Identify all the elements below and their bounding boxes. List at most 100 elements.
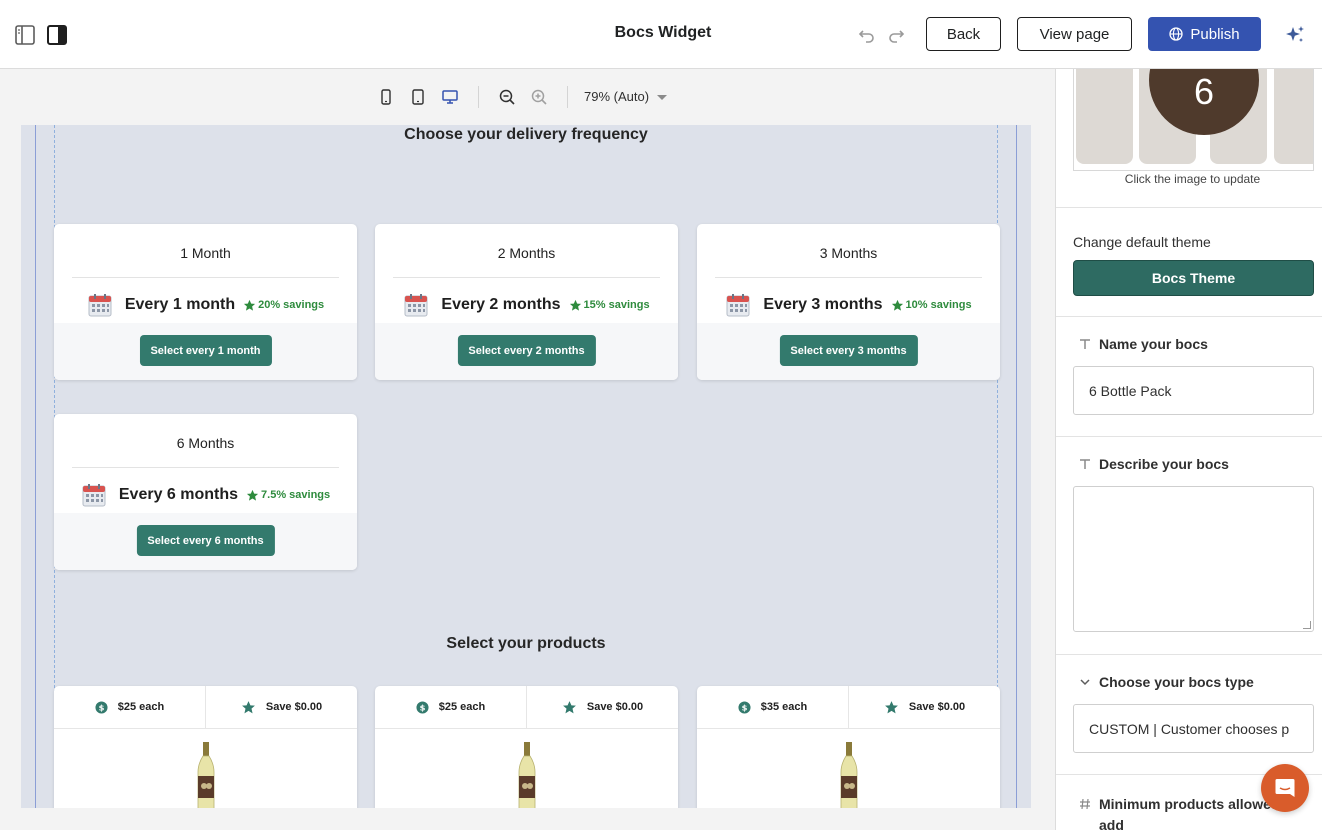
calendar-icon	[404, 294, 428, 317]
price-label: $25 each	[117, 701, 165, 713]
container-border	[35, 125, 36, 808]
frequency-card-title: 2 Months	[497, 245, 556, 261]
select-frequency-button[interactable]: Select every 6 months	[136, 525, 275, 556]
theme-label: Change default theme	[1073, 234, 1211, 250]
bocs-theme-button[interactable]: Bocs Theme	[1073, 260, 1314, 296]
text-icon	[1080, 459, 1090, 469]
save-label: Save $0.00	[265, 701, 323, 713]
frequency-card[interactable]: 6 Months Every 6 months 7.5% savings Sel…	[54, 414, 357, 570]
frequency-card[interactable]: 2 Months Every 2 months 15% savings Sele…	[375, 224, 678, 380]
frequency-card-title: 6 Months	[176, 435, 235, 451]
save-label: Save $0.00	[586, 701, 644, 713]
settings-panel: 6 Click the image to update Change defau…	[1055, 69, 1322, 830]
divider	[72, 277, 339, 278]
divider	[393, 277, 660, 278]
image-bar	[1274, 69, 1313, 164]
bocs-type-select[interactable]: CUSTOM | Customer chooses p	[1073, 704, 1314, 753]
redo-icon[interactable]	[886, 25, 906, 45]
publish-button[interactable]: Publish	[1148, 17, 1261, 51]
frequency-heading: Choose your delivery frequency	[404, 126, 648, 143]
globe-icon	[1169, 27, 1184, 41]
price-cell: $ $35 each	[697, 686, 848, 728]
bocs-name-input[interactable]: 6 Bottle Pack	[1073, 366, 1314, 415]
type-field-label[interactable]: Choose your bocs type	[1079, 674, 1254, 690]
frequency-card[interactable]: 1 Month Every 1 month 20% savings Select…	[54, 224, 357, 380]
select-frequency-button[interactable]: Select every 1 month	[139, 335, 272, 366]
save-cell: Save $0.00	[526, 686, 678, 728]
svg-text:$: $	[98, 702, 104, 712]
savings-badge: 15% savings	[569, 299, 650, 312]
frequency-card-title: 3 Months	[819, 245, 878, 261]
image-bar	[1076, 69, 1133, 164]
star-icon	[891, 299, 903, 311]
wine-bottle-image[interactable]	[516, 742, 538, 808]
toolbar-divider	[478, 86, 479, 108]
undo-icon[interactable]	[857, 25, 877, 45]
container-border	[1016, 125, 1017, 808]
chevron-down-icon[interactable]	[657, 95, 667, 100]
frequency-label: Every 6 months	[118, 486, 239, 503]
divider	[1056, 654, 1322, 655]
svg-text:$: $	[419, 702, 425, 712]
save-label: Save $0.00	[908, 701, 966, 713]
select-frequency-button[interactable]: Select every 2 months	[457, 335, 596, 366]
ai-sparkle-icon[interactable]	[1284, 24, 1306, 46]
wine-bottle-image[interactable]	[195, 742, 217, 808]
zoom-in-icon[interactable]	[530, 88, 548, 106]
bocs-description-textarea[interactable]	[1073, 486, 1314, 632]
savings-badge: 7.5% savings	[246, 489, 330, 502]
svg-text:$: $	[741, 702, 747, 712]
top-bar: Bocs Widget Back View page Publish	[0, 0, 1322, 69]
dollar-icon: $	[738, 700, 751, 714]
canvas-toolbar	[0, 69, 1054, 125]
star-icon	[246, 489, 259, 501]
support-chat-button[interactable]	[1261, 764, 1309, 812]
product-card[interactable]: $ $35 each Save $0.00	[697, 686, 1000, 808]
chevron-down-icon	[1080, 679, 1090, 686]
dollar-icon: $	[95, 700, 108, 714]
divider	[1056, 207, 1322, 208]
divider	[715, 277, 982, 278]
view-page-button[interactable]: View page	[1017, 17, 1132, 51]
hash-icon	[1080, 798, 1090, 810]
back-button[interactable]: Back	[926, 17, 1001, 51]
price-label: $25 each	[438, 701, 486, 713]
frequency-label: Every 1 month	[124, 296, 236, 313]
bocs-image[interactable]: 6	[1073, 69, 1314, 171]
describe-field-label: Describe your bocs	[1079, 456, 1229, 472]
zoom-out-icon[interactable]	[498, 88, 516, 106]
widget-canvas: Choose your delivery frequency 1 Month E…	[21, 125, 1031, 808]
star-icon	[884, 700, 898, 713]
select-frequency-button[interactable]: Select every 3 months	[779, 335, 918, 366]
frequency-card[interactable]: 3 Months Every 3 months 10% savings Sele…	[697, 224, 1000, 380]
price-label: $35 each	[760, 701, 808, 713]
savings-badge: 10% savings	[891, 299, 972, 312]
save-cell: Save $0.00	[205, 686, 357, 728]
frequency-card-title: 1 Month	[180, 245, 231, 261]
star-icon	[562, 700, 576, 713]
frequency-label: Every 2 months	[441, 296, 561, 313]
tablet-view-icon[interactable]	[409, 88, 427, 106]
publish-label: Publish	[1190, 25, 1240, 43]
frequency-label: Every 3 months	[763, 296, 883, 313]
resize-handle-icon[interactable]	[1303, 621, 1311, 629]
mobile-view-icon[interactable]	[377, 88, 395, 106]
divider	[72, 467, 339, 468]
star-icon	[569, 299, 581, 311]
product-card[interactable]: $ $25 each Save $0.00	[54, 686, 357, 808]
divider	[1056, 316, 1322, 317]
calendar-icon	[82, 484, 106, 507]
name-field-label: Name your bocs	[1079, 336, 1208, 352]
calendar-icon	[88, 294, 112, 317]
desktop-view-icon[interactable]	[441, 88, 459, 106]
product-card[interactable]: $ $25 each Save $0.00	[375, 686, 678, 808]
star-icon	[244, 299, 256, 311]
star-icon	[241, 700, 255, 713]
dollar-icon: $	[416, 700, 429, 714]
wine-bottle-image[interactable]	[838, 742, 860, 808]
text-icon	[1080, 339, 1090, 349]
zoom-select[interactable]: 79% (Auto)	[584, 89, 649, 104]
chat-icon	[1275, 779, 1295, 797]
price-cell: $ $25 each	[375, 686, 526, 728]
savings-badge: 20% savings	[243, 299, 324, 312]
